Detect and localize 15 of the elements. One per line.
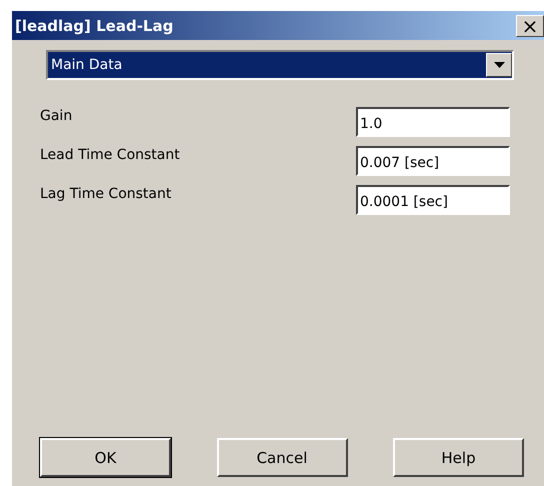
caret-icon xyxy=(494,62,504,68)
parameter-label: Gain xyxy=(40,108,72,124)
dropdown-arrow-button[interactable] xyxy=(486,53,512,77)
dropdown-value: Main Data xyxy=(50,57,124,73)
close-button[interactable]: × xyxy=(516,14,544,36)
parameter-label: Lag Time Constant xyxy=(40,186,172,202)
parameter-field[interactable]: 1.0 xyxy=(356,107,510,137)
cancel-button[interactable]: Cancel xyxy=(216,438,348,477)
window-title: [leadlag] Lead-Lag xyxy=(15,16,174,34)
help-button[interactable]: Help xyxy=(393,438,524,477)
parameter-field[interactable]: 0.0001 [sec] xyxy=(356,185,510,215)
page-dropdown[interactable]: Main Data xyxy=(46,50,514,80)
parameter-label: Lead Time Constant xyxy=(40,147,180,163)
parameter-field[interactable]: 0.007 [sec] xyxy=(356,146,510,176)
ok-button[interactable]: OK xyxy=(40,438,171,477)
